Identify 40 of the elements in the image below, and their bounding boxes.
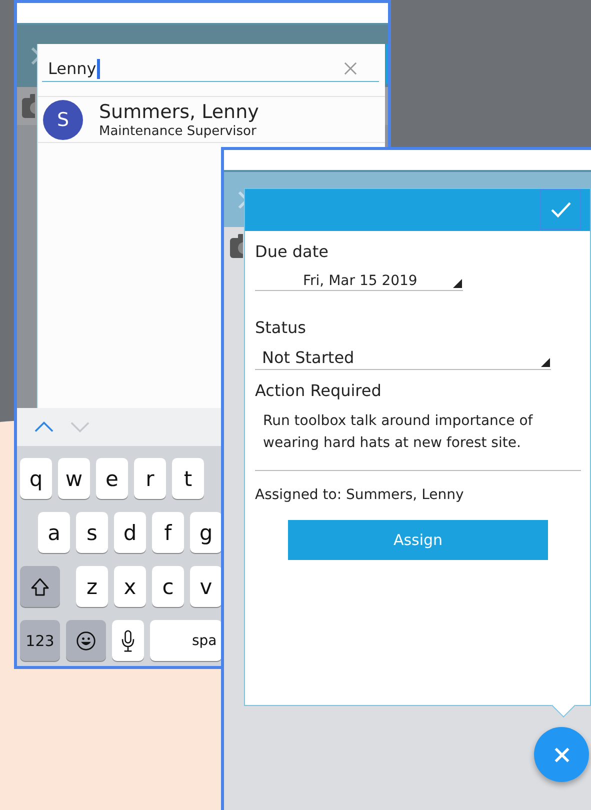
mic-key[interactable] — [112, 620, 144, 661]
emoji-key[interactable] — [66, 620, 106, 661]
confirm-button[interactable] — [540, 189, 581, 230]
contact-role: Maintenance Supervisor — [99, 124, 258, 140]
keyboard-key[interactable]: c — [152, 566, 184, 607]
avatar: S — [43, 100, 83, 140]
smiley-icon — [76, 630, 96, 652]
keyboard-key[interactable]: g — [190, 512, 222, 553]
keyboard-key[interactable]: spa — [150, 620, 222, 661]
camera-icon — [229, 233, 243, 259]
keyboard-key[interactable]: s — [76, 512, 108, 553]
field-label: Action Required — [255, 380, 382, 402]
text-cursor — [97, 58, 100, 78]
shift-icon — [30, 576, 50, 598]
chevron-up-icon[interactable] — [33, 421, 55, 433]
camera-icon — [21, 93, 35, 119]
keyboard-key[interactable]: z — [76, 566, 108, 607]
assigned-text: Assigned to: Summers, Lenny — [255, 486, 465, 505]
clear-icon[interactable] — [344, 62, 357, 75]
contact-name: Summers, Lenny — [99, 100, 259, 124]
keyboard-key[interactable]: e — [96, 458, 128, 499]
field-label: Due date — [255, 241, 330, 263]
keyboard-key[interactable]: t — [172, 458, 204, 499]
close-icon — [552, 746, 570, 764]
status-dropdown[interactable]: Not Started — [255, 347, 551, 370]
keyboard-key[interactable]: f — [152, 512, 184, 553]
keyboard-key[interactable]: v — [190, 566, 222, 607]
keyboard-key[interactable]: r — [134, 458, 166, 499]
keyboard-key[interactable]: w — [58, 458, 90, 499]
field-label: Status — [255, 317, 307, 339]
shift-key[interactable] — [20, 566, 60, 607]
keyboard-key[interactable]: a — [38, 512, 70, 553]
keyboard-key[interactable]: q — [20, 458, 52, 499]
keyboard-key[interactable]: d — [114, 512, 146, 553]
close-button[interactable] — [534, 727, 589, 782]
contact-item[interactable]: S Summers, Lenny Maintenance Supervisor — [38, 97, 385, 143]
date-dropdown[interactable]: Fri, Mar 15 2019 — [255, 272, 463, 291]
keyboard-key[interactable]: 123 — [20, 620, 60, 661]
text-area[interactable]: Run toolbox talk around importance of wearing hard hats at new forest site. — [255, 410, 581, 471]
keyboard-key[interactable]: x — [114, 566, 146, 607]
